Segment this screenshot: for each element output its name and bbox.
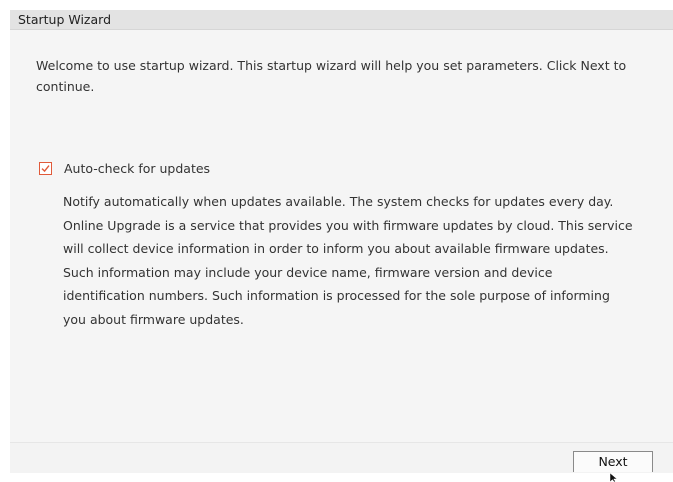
description-line: Such information may include your device… <box>63 264 553 280</box>
auto-check-checkbox[interactable] <box>39 162 52 175</box>
auto-check-option[interactable]: Auto-check for updates <box>39 161 210 176</box>
welcome-text: Welcome to use startup wizard. This star… <box>36 58 627 94</box>
window-title: Startup Wizard <box>10 10 673 30</box>
description-line: will collect device information in order… <box>63 241 609 256</box>
mouse-pointer-icon <box>610 473 618 482</box>
description-line: you about firmware updates. <box>63 311 244 327</box>
update-description: Notify automatically when updates availa… <box>63 190 648 331</box>
next-button[interactable]: Next <box>573 451 653 472</box>
startup-wizard-window: Startup Wizard Welcome to use startup wi… <box>10 10 673 482</box>
description-line: identification numbers. Such information… <box>63 288 610 303</box>
description-line: Online Upgrade is a service that provide… <box>63 217 633 233</box>
checkmark-icon <box>41 165 50 173</box>
description-line: Notify automatically when updates availa… <box>63 194 614 209</box>
auto-check-label: Auto-check for updates <box>64 161 211 176</box>
